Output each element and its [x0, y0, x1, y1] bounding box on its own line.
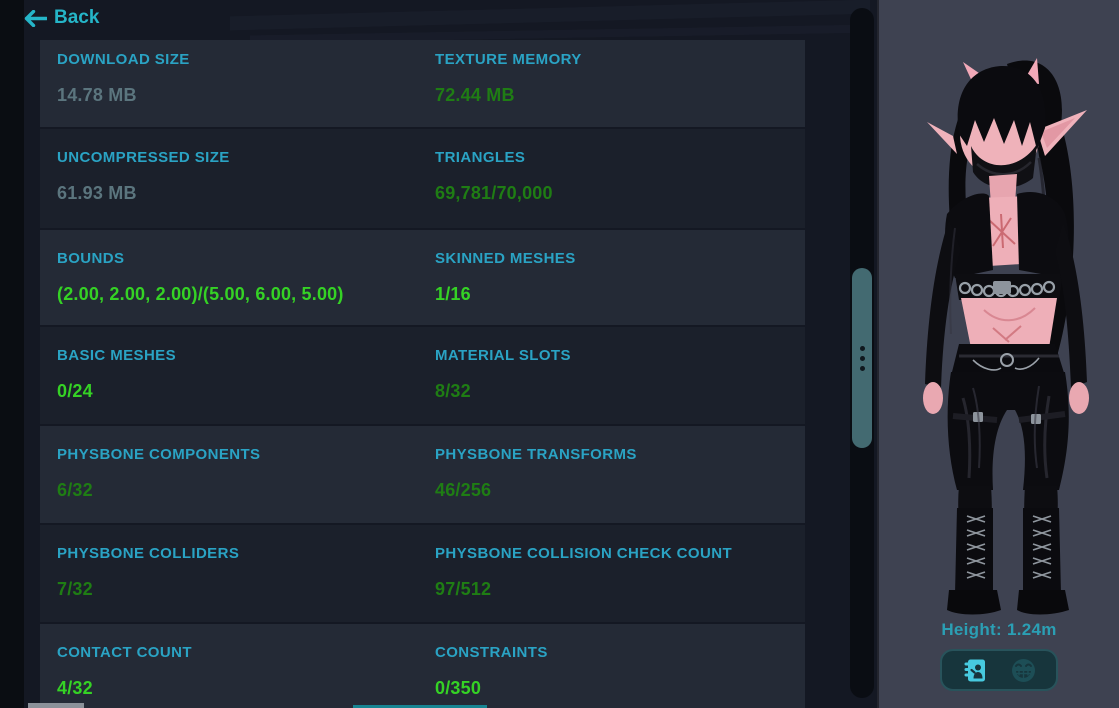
- avatar-details-screen: Back DOWNLOAD SIZE 14.78 MB TEXTURE MEMO…: [0, 0, 1119, 708]
- stat-label: CONTACT COUNT: [57, 644, 192, 661]
- stat-label: UNCOMPRESSED SIZE: [57, 149, 230, 166]
- thumb-grip-dot: [859, 345, 865, 351]
- stat-value: 1/16: [435, 284, 471, 304]
- background-streak: [230, 0, 870, 31]
- stats-row-bounds-skinned: BOUNDS (2.00, 2.00, 2.00)/(5.00, 6.00, 5…: [40, 230, 805, 325]
- scrollbar-thumb[interactable]: [852, 268, 872, 448]
- stat-label: PHYSBONE COLLIDERS: [57, 545, 240, 562]
- thumb-grip-dot: [859, 365, 865, 371]
- stat-value: 8/32: [435, 381, 471, 401]
- stat-value: 4/32: [57, 678, 93, 698]
- stat-label: TRIANGLES: [435, 149, 526, 166]
- stat-label: SKINNED MESHES: [435, 250, 576, 267]
- stat-label: CONSTRAINTS: [435, 644, 548, 661]
- stat-value: 6/32: [57, 480, 93, 500]
- stat-label: PHYSBONE COLLISION CHECK COUNT: [435, 545, 733, 562]
- avatar-stats-book-icon[interactable]: [960, 655, 990, 685]
- stats-row-physbone-components-transforms: PHYSBONE COMPONENTS 6/32 PHYSBONE TRANSF…: [40, 426, 805, 523]
- stat-label: DOWNLOAD SIZE: [57, 51, 190, 68]
- stat-label: MATERIAL SLOTS: [435, 347, 571, 364]
- stat-value: 72.44 MB: [435, 85, 515, 105]
- avatar-view-toggle: [940, 649, 1058, 691]
- stat-label: BASIC MESHES: [57, 347, 176, 364]
- stat-label: PHYSBONE COMPONENTS: [57, 446, 261, 463]
- thumb-grip-dot: [859, 355, 865, 361]
- stat-value: 14.78 MB: [57, 85, 137, 105]
- stat-value: 7/32: [57, 579, 93, 599]
- stat-value: (2.00, 2.00, 2.00)/(5.00, 6.00, 5.00): [57, 284, 344, 304]
- scrollbar-track[interactable]: [850, 8, 874, 698]
- stat-value: 97/512: [435, 579, 492, 599]
- stats-row-contacts-constraints: CONTACT COUNT 4/32 CONSTRAINTS 0/350: [40, 624, 805, 708]
- stats-row-download-texture: DOWNLOAD SIZE 14.78 MB TEXTURE MEMORY 72…: [40, 40, 805, 127]
- stat-label: TEXTURE MEMORY: [435, 51, 582, 68]
- stat-label: PHYSBONE TRANSFORMS: [435, 446, 637, 463]
- back-button[interactable]: Back: [24, 7, 99, 29]
- back-label: Back: [54, 7, 100, 28]
- avatar-3d-preview[interactable]: [889, 38, 1111, 618]
- window-left-edge: [0, 0, 24, 708]
- stat-value: 69,781/70,000: [435, 183, 553, 203]
- stat-value: 0/350: [435, 678, 482, 698]
- stat-value: 46/256: [435, 480, 492, 500]
- stat-value: 61.93 MB: [57, 183, 137, 203]
- stat-value: 0/24: [57, 381, 93, 401]
- stat-label: BOUNDS: [57, 250, 125, 267]
- expressions-face-icon[interactable]: [1008, 655, 1038, 685]
- back-arrow-icon: [24, 9, 47, 27]
- stats-row-meshes-materials: BASIC MESHES 0/24 MATERIAL SLOTS 8/32: [40, 327, 805, 424]
- stats-row-physbone-colliders-collision: PHYSBONE COLLIDERS 7/32 PHYSBONE COLLISI…: [40, 525, 805, 622]
- avatar-preview-panel: Height: 1.24m: [877, 0, 1119, 708]
- avatar-height-label: Height: 1.24m: [941, 620, 1057, 639]
- stats-row-uncompressed-triangles: UNCOMPRESSED SIZE 61.93 MB TRIANGLES 69,…: [40, 129, 805, 228]
- scrolled-content-fragment: [28, 703, 84, 708]
